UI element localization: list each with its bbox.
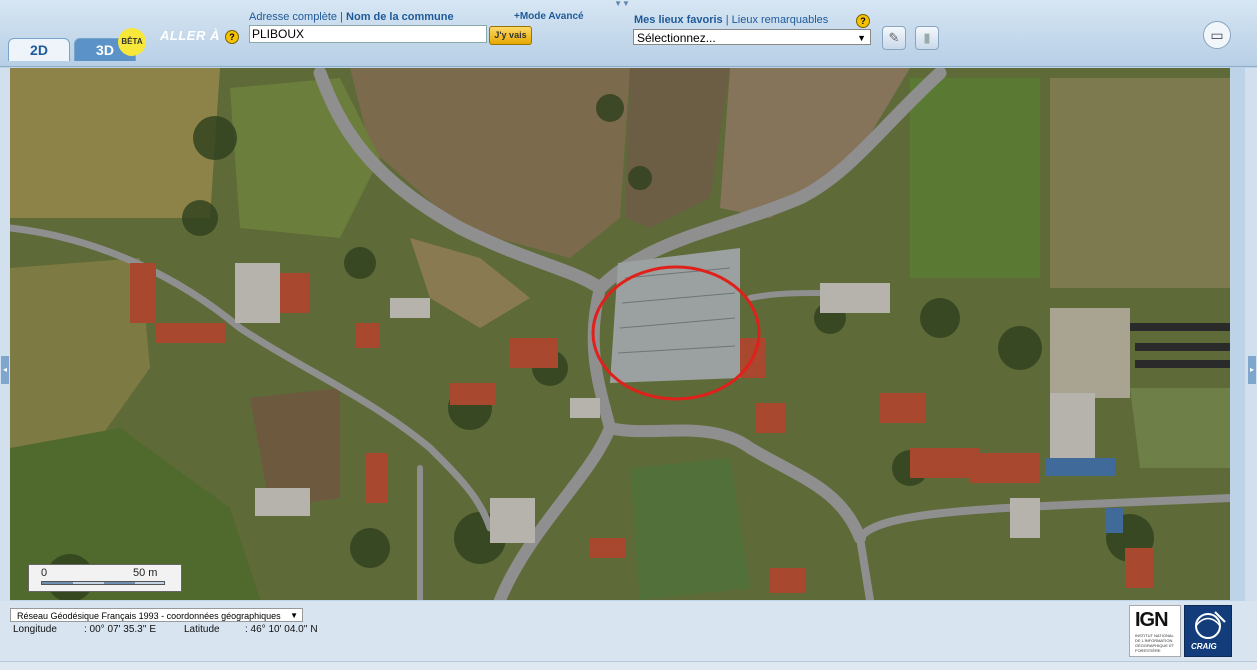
- aerial-imagery: [10, 68, 1230, 600]
- delete-button[interactable]: ▮: [915, 26, 939, 50]
- latitude-label: Latitude: [184, 624, 220, 635]
- ign-logo[interactable]: IGN INSTITUT NATIONAL DE L'INFORMATION G…: [1129, 605, 1181, 657]
- advanced-mode-link[interactable]: +Mode Avancé: [514, 11, 584, 22]
- scale-distance-label: 50 m: [133, 567, 158, 579]
- right-panel-handle[interactable]: ▸: [1248, 356, 1256, 384]
- link-separator: |: [725, 14, 729, 26]
- chevron-down-icon: ▼: [857, 33, 866, 43]
- landmarks-link[interactable]: Lieux remarquables: [732, 14, 829, 26]
- favorites-links: Mes lieux favoris | Lieux remarquables: [634, 14, 828, 26]
- status-bar: Réseau Géodésique Français 1993 - coordo…: [0, 601, 1257, 669]
- craig-globe-icon: [1195, 611, 1226, 639]
- favorites-select[interactable]: Sélectionnez... ▼: [633, 29, 871, 45]
- address-mode-links: Adresse complète | Nom de la commune: [249, 11, 454, 23]
- goto-label: ALLER À: [160, 28, 220, 43]
- craig-logo[interactable]: CRAIG: [1184, 605, 1232, 657]
- coordinate-system-select[interactable]: Réseau Géodésique Français 1993 - coordo…: [10, 608, 303, 622]
- tab-2d[interactable]: 2D: [8, 38, 70, 61]
- link-separator: |: [340, 11, 343, 23]
- screen-mode-button[interactable]: ▭: [1203, 21, 1231, 49]
- latitude-value: : 46° 10' 04.0'' N: [245, 624, 318, 635]
- craig-logo-text: CRAIG: [1191, 642, 1217, 651]
- collapse-handle-icon[interactable]: ▼▼: [613, 0, 631, 8]
- top-toolbar: ▼▼ 2D 3D BÊTA ALLER À ? Adresse complète…: [0, 0, 1257, 67]
- goto-help-icon[interactable]: ?: [225, 30, 239, 44]
- satellite-map[interactable]: [10, 68, 1230, 600]
- longitude-value: : 00° 07' 35.3'' E: [84, 624, 156, 635]
- search-input[interactable]: [249, 25, 487, 43]
- go-button[interactable]: J'y vais: [489, 26, 532, 45]
- pin-button[interactable]: ✎: [882, 26, 906, 50]
- right-frame: [1245, 68, 1257, 601]
- left-frame: [0, 68, 10, 601]
- commune-name-link[interactable]: Nom de la commune: [346, 11, 454, 23]
- trash-icon: ▮: [923, 30, 931, 45]
- scale-bar: 0 50 m: [28, 564, 182, 592]
- pushpin-icon: ✎: [888, 30, 900, 45]
- favorites-help-icon[interactable]: ?: [856, 14, 870, 28]
- ign-logo-subtext: INSTITUT NATIONAL DE L'INFORMATION GÉOGR…: [1135, 633, 1175, 653]
- beta-badge: BÊTA: [118, 28, 146, 56]
- chevron-down-icon: ▼: [290, 611, 298, 620]
- full-address-link[interactable]: Adresse complète: [249, 11, 337, 23]
- scale-line: [41, 581, 165, 585]
- screen-icon: ▭: [1210, 27, 1224, 43]
- favorites-link[interactable]: Mes lieux favoris: [634, 14, 723, 26]
- left-panel-handle[interactable]: ◂: [1, 356, 9, 384]
- coordinate-system-value: Réseau Géodésique Français 1993 - coordo…: [17, 611, 281, 621]
- ign-logo-text: IGN: [1135, 609, 1169, 631]
- longitude-label: Longitude: [13, 624, 57, 635]
- scale-zero-label: 0: [41, 567, 48, 579]
- favorites-select-value: Sélectionnez...: [637, 31, 716, 45]
